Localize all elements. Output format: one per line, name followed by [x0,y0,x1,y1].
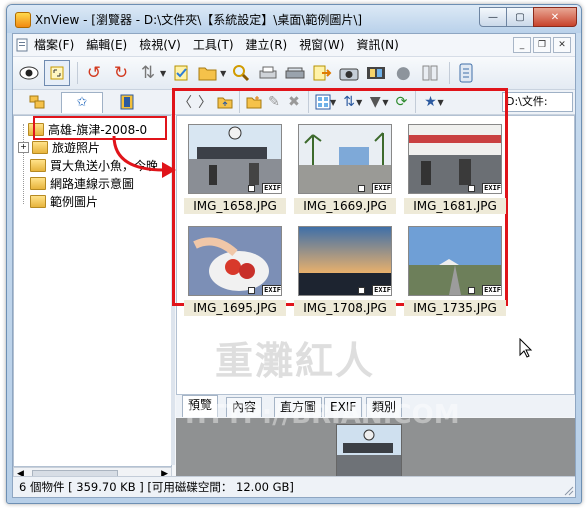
mark-icon[interactable] [169,61,193,85]
thumbnail-filename: IMG_1681.JPG [404,198,506,214]
menu-tools[interactable]: 工具(T) [187,34,240,56]
thumbnail-filename: IMG_1735.JPG [404,300,506,316]
main-toolbar: ↺ ↻ ⇅ ▼ ▼ ● [13,57,575,90]
exif-badge: EXIF [262,285,281,295]
compare-icon[interactable] [418,61,442,85]
exif-badge: EXIF [372,183,391,193]
tree-item[interactable]: 範例圖片 [30,192,98,210]
folders-tab[interactable] [17,92,57,112]
left-pane-tabs: ✩ [13,90,173,115]
fullscreen-icon[interactable] [44,60,70,86]
export-icon[interactable] [310,61,334,85]
print-icon[interactable] [256,61,280,85]
status-bar: 6 個物件 [ 359.70 KB ] [可用磁碟空間： 12.00 GB] [13,476,575,497]
thumbnail-item[interactable]: EXIF IMG_1658.JPG [184,124,286,220]
thumbnail-filename: IMG_1708.JPG [294,300,396,316]
thumbnail-image: EXIF [298,226,392,296]
filmstrip-icon[interactable] [364,61,388,85]
watermark-url: HTTP://BRIAN.COM [185,400,460,430]
expand-icon[interactable]: + [18,141,29,153]
folder-icon [32,140,48,154]
thumbnail-item[interactable]: EXIF IMG_1681.JPG [404,124,506,220]
thumbnail-image: EXIF [408,226,502,296]
folder-icon [30,176,46,190]
thumbnail-image: EXIF [188,124,282,194]
rotate-left-icon[interactable]: ↺ [82,61,106,85]
menu-info[interactable]: 資訊(N) [350,34,404,56]
annotation-arrow-icon [112,135,176,178]
watermark-text: 重灘紅人 [215,338,376,383]
mouse-cursor-icon [519,338,533,358]
menu-file[interactable]: 檔案(F) [28,34,80,56]
minimize-button[interactable]: — [479,7,507,27]
exif-badge: EXIF [372,285,391,295]
resize-grip-icon[interactable] [562,484,574,496]
exif-badge: EXIF [482,183,501,193]
thumbnail-item[interactable]: EXIF IMG_1708.JPG [294,226,396,322]
thumbnail-filename: IMG_1658.JPG [184,198,286,214]
xnview-app-icon [15,12,31,28]
tree-item-label: 範例圖片 [50,194,99,209]
thumbnail-filename: IMG_1669.JPG [294,198,396,214]
path-field[interactable]: D:\文件: [502,92,573,112]
folder-icon [30,194,46,208]
menu-edit[interactable]: 編輯(E) [80,34,133,56]
categories-tab[interactable] [107,92,147,112]
maximize-button[interactable]: ▢ [506,7,534,27]
tree-item-label: 旅遊照片 [52,140,101,155]
menu-view[interactable]: 檢視(V) [133,34,187,56]
rotate-right-icon[interactable]: ↻ [109,61,133,85]
tree-item[interactable]: + 旅遊照片 [18,138,100,156]
settings-icon[interactable] [454,61,478,85]
exif-badge: EXIF [482,285,501,295]
thumbnail-image: EXIF [408,124,502,194]
star-icon: ✩ [76,95,88,110]
thumbnail-item[interactable]: EXIF IMG_1669.JPG [294,124,396,220]
zoom-icon[interactable] [229,61,253,85]
scanner-icon[interactable] [283,61,307,85]
book-icon [120,94,134,110]
camera-icon[interactable] [337,61,361,85]
preview-image [336,424,402,482]
mdi-close-button[interactable]: ✕ [553,37,571,53]
close-button[interactable]: ✕ [533,7,577,27]
thumbnail-filename: IMG_1695.JPG [184,300,286,316]
thumbnail-image: EXIF [298,124,392,194]
thumbnail-image: EXIF [188,226,282,296]
folder-tree-icon [29,95,45,109]
thumbnail-item[interactable]: EXIF IMG_1695.JPG [184,226,286,322]
flip-icon[interactable]: ⇅ [136,61,160,85]
folder-icon [30,158,46,172]
view-icon[interactable] [17,61,41,85]
menu-create[interactable]: 建立(R) [240,34,294,56]
window-title: XnView - [瀏覽器 - D:\文件夾\【系統設定】\桌面\範例圖片\] [35,13,363,27]
menu-window[interactable]: 視窗(W) [293,34,350,56]
favorites-tab[interactable]: ✩ [61,91,103,113]
document-icon [16,38,28,52]
thumbnail-item[interactable]: EXIF IMG_1735.JPG [404,226,506,322]
menu-bar: 檔案(F) 編輯(E) 檢視(V) 工具(T) 建立(R) 視窗(W) 資訊(N… [13,34,575,57]
mdi-restore-button[interactable]: ❐ [533,37,551,53]
web-icon[interactable]: ● [391,61,415,85]
title-bar[interactable]: XnView - [瀏覽器 - D:\文件夾\【系統設定】\桌面\範例圖片\] … [7,5,581,33]
exif-badge: EXIF [262,183,281,193]
mdi-minimize-button[interactable]: _ [513,37,531,53]
open-folder-icon[interactable] [196,61,220,85]
